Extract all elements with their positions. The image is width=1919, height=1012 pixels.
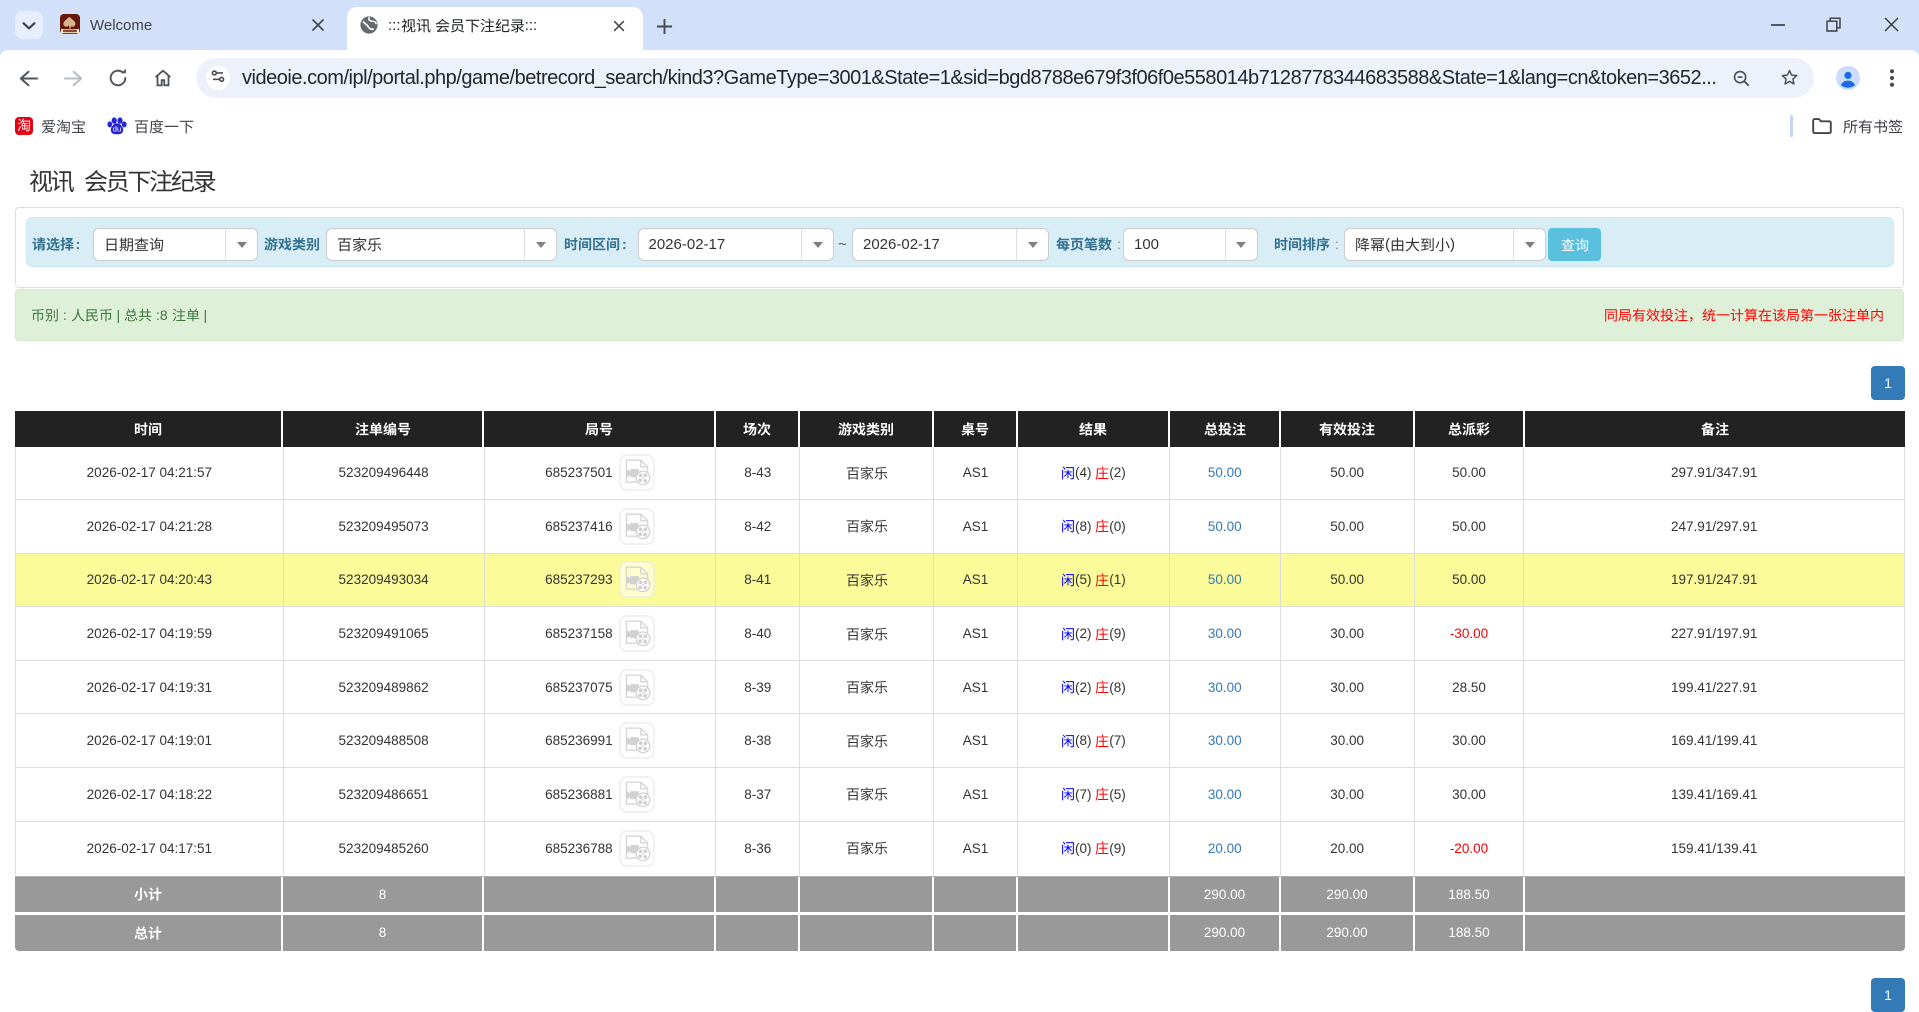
svg-text:du: du (113, 124, 121, 133)
